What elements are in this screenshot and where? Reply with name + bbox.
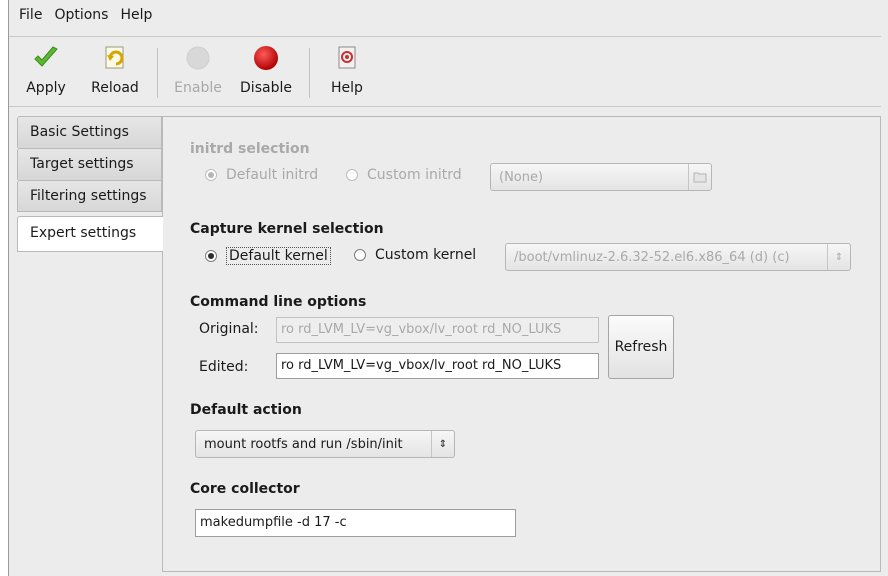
edited-cmdline-field[interactable]: ro rd_LVM_LV=vg_vbox/lv_root rd_NO_LUKS <box>276 353 599 379</box>
reload-icon <box>101 44 129 72</box>
custom-kernel-label: Custom kernel <box>375 247 477 263</box>
original-cmdline-field: ro rd_LVM_LV=vg_vbox/lv_root rd_NO_LUKS <box>276 317 599 343</box>
menu-options[interactable]: Options <box>48 3 114 27</box>
custom-initrd-radio[interactable]: Custom initrd <box>346 167 462 183</box>
tab-basic-settings[interactable]: Basic Settings <box>17 116 162 148</box>
enable-icon <box>184 44 212 72</box>
radio-indicator <box>354 249 366 261</box>
menu-file[interactable]: File <box>13 3 48 27</box>
updown-arrow-icon: ⇕ <box>827 244 850 270</box>
reload-label: Reload <box>91 80 139 96</box>
core-collector-field[interactable]: makedumpfile -d 17 -c <box>195 509 516 537</box>
expert-settings-panel: initrd selection Default initrd Custom i… <box>162 116 881 572</box>
red-circle-icon <box>252 44 280 72</box>
edited-label: Edited: <box>199 359 249 375</box>
help-button[interactable]: Help <box>323 42 371 102</box>
radio-indicator <box>205 169 217 181</box>
default-initrd-label: Default initrd <box>226 167 319 183</box>
toolbar: Apply Reload Enable Disable Help <box>9 42 881 104</box>
tab-expert-settings[interactable]: Expert settings <box>17 216 163 252</box>
toolbar-divider <box>9 106 881 107</box>
default-action-title: Default action <box>190 402 302 418</box>
refresh-button[interactable]: Refresh <box>608 315 674 379</box>
default-kernel-label: Default kernel <box>226 247 331 265</box>
menu-help[interactable]: Help <box>114 3 158 27</box>
core-collector-title: Core collector <box>190 481 300 497</box>
default-initrd-radio[interactable]: Default initrd <box>205 167 318 183</box>
checkmark-icon <box>32 44 60 72</box>
apply-button[interactable]: Apply <box>19 42 73 102</box>
enable-button[interactable]: Enable <box>169 42 227 102</box>
refresh-label: Refresh <box>614 339 668 355</box>
menubar-divider <box>9 36 881 37</box>
help-book-icon <box>333 44 361 72</box>
disable-button[interactable]: Disable <box>234 42 298 102</box>
radio-indicator <box>346 169 358 181</box>
original-label: Original: <box>199 321 259 337</box>
settings-tabs: Basic Settings Target settings Filtering… <box>17 116 163 252</box>
default-action-select[interactable]: mount rootfs and run /sbin/init ⇕ <box>195 430 455 458</box>
toolbar-separator <box>309 48 310 98</box>
initrd-file-value: (None) <box>499 169 544 185</box>
toolbar-separator <box>157 48 158 98</box>
custom-kernel-radio[interactable]: Custom kernel <box>354 247 476 263</box>
initrd-file-chooser[interactable]: (None) <box>490 163 712 191</box>
default-kernel-radio[interactable]: Default kernel <box>205 247 331 265</box>
app-window: File Options Help Apply Reload Enable Di… <box>8 0 888 576</box>
custom-initrd-label: Custom initrd <box>367 167 462 183</box>
kernel-select-value: /boot/vmlinuz-2.6.32-52.el6.x86_64 (d) (… <box>514 249 790 265</box>
help-label: Help <box>331 80 363 96</box>
tab-filtering-settings[interactable]: Filtering settings <box>17 180 162 212</box>
apply-label: Apply <box>26 80 66 96</box>
default-action-value: mount rootfs and run /sbin/init <box>204 436 403 452</box>
folder-icon <box>688 164 711 190</box>
tab-target-settings[interactable]: Target settings <box>17 148 162 180</box>
cmdline-section-title: Command line options <box>190 294 367 310</box>
initrd-section-title: initrd selection <box>190 141 310 157</box>
menubar: File Options Help <box>9 0 885 30</box>
updown-arrow-icon: ⇕ <box>431 431 454 457</box>
kernel-select[interactable]: /boot/vmlinuz-2.6.32-52.el6.x86_64 (d) (… <box>505 243 851 271</box>
disable-label: Disable <box>240 80 292 96</box>
radio-indicator <box>205 250 217 262</box>
reload-button[interactable]: Reload <box>85 42 145 102</box>
kernel-section-title: Capture kernel selection <box>190 221 384 237</box>
enable-label: Enable <box>174 80 222 96</box>
